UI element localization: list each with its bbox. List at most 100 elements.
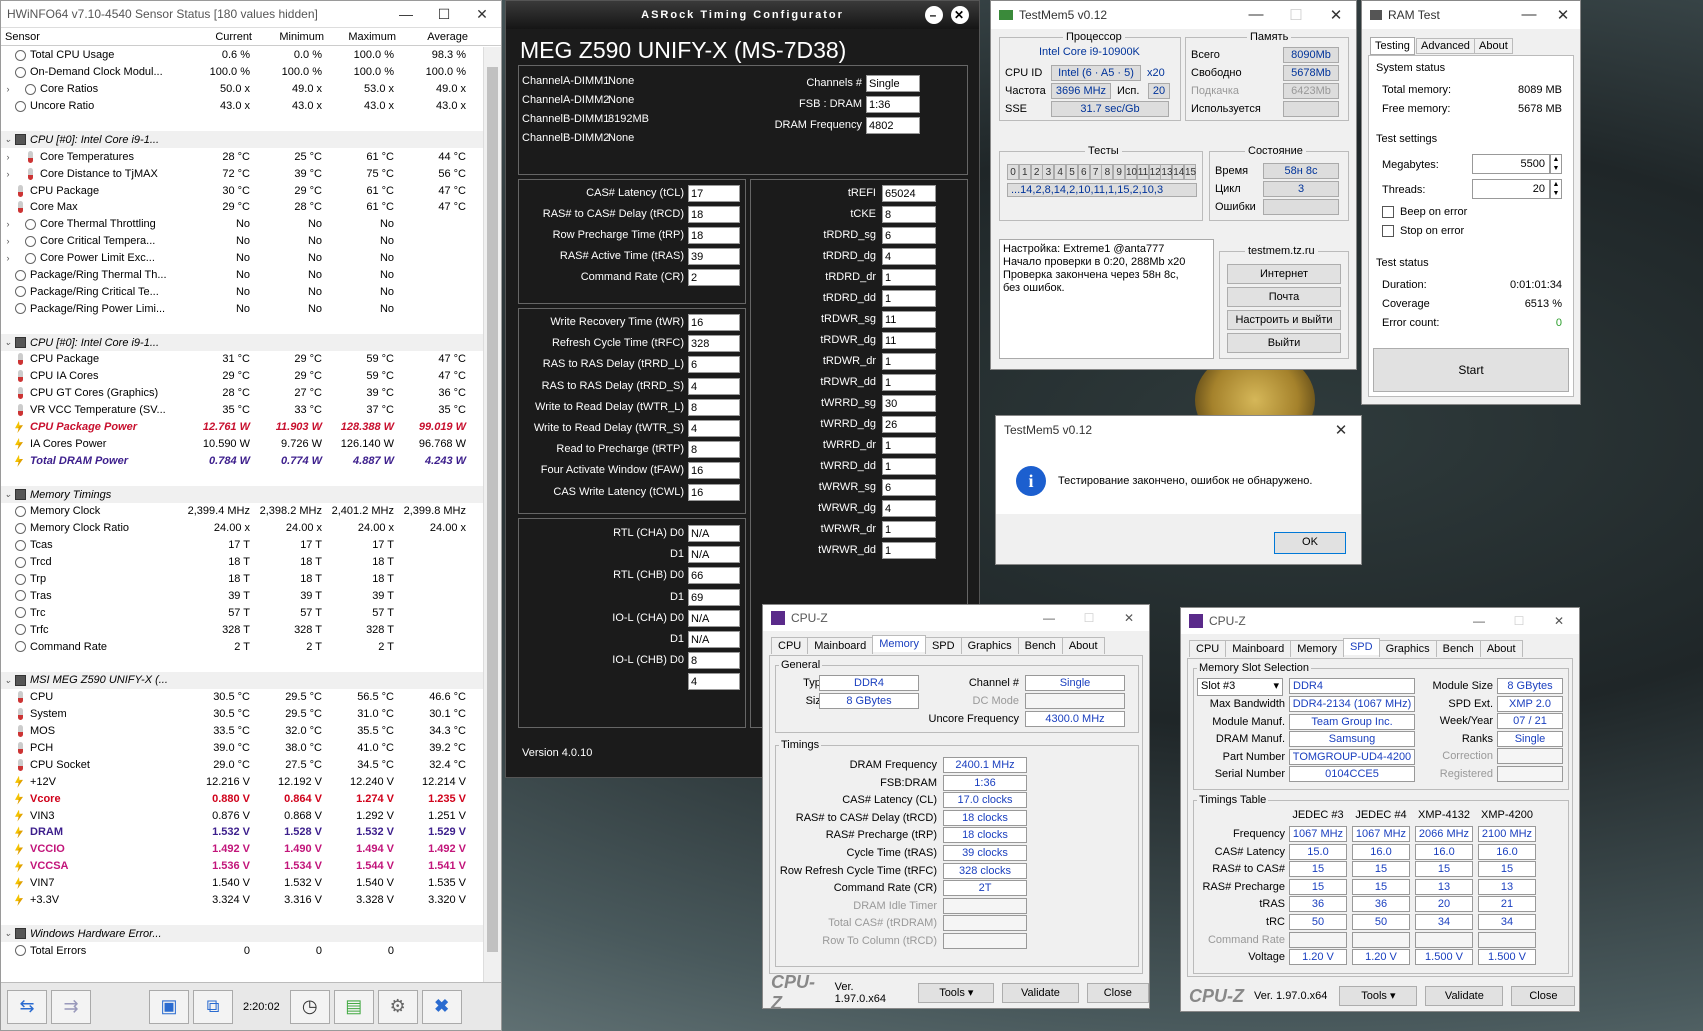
sensor-row[interactable]: CPU Package Power 12.761 W 11.903 W 128.388… (1, 419, 483, 436)
threads-spinner-icon[interactable]: ▲ ▼ (1550, 179, 1562, 199)
sensor-row[interactable]: CPU Package 30 °C 29 °C 61 °C 47 °C (1, 182, 483, 199)
beep-checkbox[interactable] (1382, 206, 1394, 218)
expand-toggle-icon[interactable]: › (1, 152, 15, 162)
sensor-row[interactable]: Package/Ring Critical Te... No No No (1, 283, 483, 300)
expand-toggle-icon[interactable]: ⌄ (1, 134, 15, 145)
exit-button[interactable]: Выйти (1227, 333, 1341, 353)
sensor-row[interactable]: Tcas 17 T 17 T 17 T (1, 537, 483, 554)
sensor-group-row[interactable]: ⌄ Windows Hardware Error... (1, 925, 483, 943)
sensor-row[interactable]: System 30.5 °C 29.5 °C 31.0 °C 30.1 °C (1, 706, 483, 723)
rtl-field[interactable]: N/A (688, 609, 740, 627)
subtiming-field[interactable]: 4 (882, 248, 936, 265)
testmem5-dialog[interactable]: TestMem5 v0.12 ✕ i Тестирование закончен… (995, 415, 1362, 565)
rtl-field[interactable]: 66 (688, 567, 740, 585)
tab-about[interactable]: About (1479, 640, 1523, 657)
subtiming-field[interactable]: 1 (882, 374, 936, 391)
sensor-row[interactable]: Memory Clock Ratio 24.00 x 24.00 x 24.00 x 2… (1, 520, 483, 537)
ramtest-window[interactable]: RAM Test — ✕ Testing Advanced About Syste… (1361, 0, 1581, 405)
secondary-timing-field[interactable]: 16 (688, 462, 740, 480)
col-maximum[interactable]: Maximum (328, 31, 400, 43)
sensor-row[interactable]: Tras 39 T 39 T 39 T (1, 588, 483, 605)
sensor-row[interactable]: Trc 57 T 57 T 57 T (1, 604, 483, 621)
sensor-row[interactable]: Command Rate 2 T 2 T 2 T (1, 638, 483, 655)
sensor-row[interactable]: Total Errors 0 0 0 (1, 942, 483, 959)
expand-toggle-icon[interactable]: ⌄ (1, 489, 15, 500)
expand-toggle-icon[interactable]: › (1, 236, 15, 246)
expand-toggle-icon[interactable]: › (1, 253, 15, 263)
secondary-timing-field[interactable]: 4 (688, 377, 740, 395)
sensor-row[interactable]: › Core Ratios 50.0 x 49.0 x 53.0 x 49.0 x (1, 81, 483, 98)
close-icon[interactable]: ✕ (951, 6, 969, 24)
subtiming-field[interactable]: 6 (882, 479, 936, 496)
tab-cpu[interactable]: CPU (1189, 640, 1227, 657)
sensor-row[interactable]: › Core Temperatures 28 °C 25 °C 61 °C 44 °C (1, 148, 483, 165)
sensor-row[interactable]: VIN7 1.540 V 1.532 V 1.540 V 1.535 V (1, 875, 483, 892)
tools-button[interactable]: Tools ▾ (918, 983, 995, 1003)
rtl-field[interactable]: 8 (688, 652, 740, 670)
close-icon[interactable]: ✕ (1546, 6, 1580, 24)
rtl-field[interactable]: 4 (688, 673, 740, 691)
tab-mainboard[interactable]: Mainboard (1225, 640, 1292, 657)
cpuz-titlebar[interactable]: CPU-Z — ☐ ✕ (1181, 608, 1579, 634)
secondary-timing-field[interactable]: 4 (688, 420, 740, 437)
testmem5-titlebar[interactable]: TestMem5 v0.12 — ☐ ✕ (991, 1, 1356, 29)
rtl-field[interactable]: N/A (688, 546, 740, 564)
close-button[interactable]: Close (1511, 986, 1576, 1006)
primary-timing-field[interactable]: 2 (688, 269, 740, 286)
tab-spd[interactable]: SPD (1342, 638, 1380, 655)
mail-button[interactable]: Почта (1227, 287, 1341, 307)
secondary-timing-field[interactable]: 328 (688, 335, 740, 353)
sensor-row[interactable]: Total CPU Usage 0.6 % 0.0 % 100.0 % 98.3 % (1, 47, 483, 64)
sensor-row[interactable]: Trp 18 T 18 T 18 T (1, 571, 483, 588)
megabytes-spinner-icon[interactable]: ▲ ▼ (1550, 154, 1562, 174)
sensor-row[interactable]: +3.3V 3.324 V 3.316 V 3.328 V 3.320 V (1, 892, 483, 909)
tab-bench[interactable]: Bench (1435, 640, 1481, 657)
report-icon[interactable]: ▤ (333, 989, 374, 1024)
expand-toggle-icon[interactable]: › (1, 219, 15, 229)
sensor-row[interactable]: Total DRAM Power 0.784 W 0.774 W 4.887 W 4.2… (1, 452, 483, 469)
scroll-thumb[interactable] (487, 67, 498, 952)
sensor-row[interactable]: IA Cores Power 10.590 W 9.726 W 126.140 W 96… (1, 435, 483, 452)
tab-cpu[interactable]: CPU (771, 637, 809, 654)
sensor-row[interactable]: VIN3 0.876 V 0.868 V 1.292 V 1.251 V (1, 807, 483, 824)
subtiming-field[interactable]: 30 (882, 395, 936, 412)
subtiming-field[interactable]: 1 (882, 437, 936, 454)
minimize-icon[interactable]: — (1512, 6, 1546, 24)
validate-button[interactable]: Validate (1002, 983, 1079, 1003)
expand-toggle-icon[interactable]: ⌄ (1, 928, 15, 939)
validate-button[interactable]: Validate (1425, 986, 1504, 1006)
close-icon[interactable]: ✕ (1109, 611, 1149, 625)
sensor-row[interactable]: › Core Critical Tempera... No No No (1, 233, 483, 250)
subtiming-field[interactable]: 8 (882, 206, 936, 223)
rtl-field[interactable]: N/A (688, 631, 740, 648)
maximize-icon[interactable]: ☐ (425, 6, 463, 23)
close-x-icon[interactable]: ✖ (421, 989, 462, 1024)
tab-testing[interactable]: Testing (1370, 37, 1415, 55)
cpuz-spd-window[interactable]: CPU-Z — ☐ ✕ CPU Mainboard Memory SPD Graphic… (1180, 607, 1580, 1012)
tab-about[interactable]: About (1061, 637, 1105, 654)
tab-graphics[interactable]: Graphics (1378, 640, 1437, 657)
secondary-timing-field[interactable]: 16 (688, 314, 740, 331)
subtiming-field[interactable]: 6 (882, 227, 936, 244)
secondary-timing-field[interactable]: 8 (688, 398, 740, 416)
subtiming-field[interactable]: 1 (882, 290, 936, 307)
tab-spd[interactable]: SPD (924, 637, 962, 654)
cpuz-titlebar[interactable]: CPU-Z — ☐ ✕ (763, 605, 1149, 631)
tab-mainboard[interactable]: Mainboard (807, 637, 874, 654)
subtiming-field[interactable]: 1 (882, 542, 936, 559)
tab-advanced[interactable]: Advanced (1416, 38, 1475, 54)
sensor-row[interactable]: Trfc 328 T 328 T 328 T (1, 621, 483, 638)
primary-timing-field[interactable]: 18 (688, 206, 740, 223)
col-current[interactable]: Current (184, 31, 256, 43)
monitor-icon[interactable]: ▣ (149, 989, 189, 1024)
subtiming-field[interactable]: 26 (882, 416, 936, 433)
log-box[interactable]: Настройка: Extreme1 @anta777 Начало пров… (999, 239, 1214, 359)
subtiming-field[interactable]: 1 (882, 458, 936, 475)
minimize-icon[interactable]: — (387, 6, 425, 23)
sensor-row[interactable]: VR VCC Temperature (SV... 35 °C 33 °C 37 °C… (1, 402, 483, 419)
sensor-row[interactable]: MOS 33.5 °C 32.0 °C 35.5 °C 34.3 °C (1, 723, 483, 740)
sensor-group-row[interactable]: ⌄ CPU [#0]: Intel Core i9-1... (1, 334, 483, 352)
close-icon[interactable]: ✕ (1539, 614, 1579, 628)
clock-icon[interactable]: ◷ (289, 989, 330, 1024)
subtiming-field[interactable]: 65024 (882, 185, 936, 202)
